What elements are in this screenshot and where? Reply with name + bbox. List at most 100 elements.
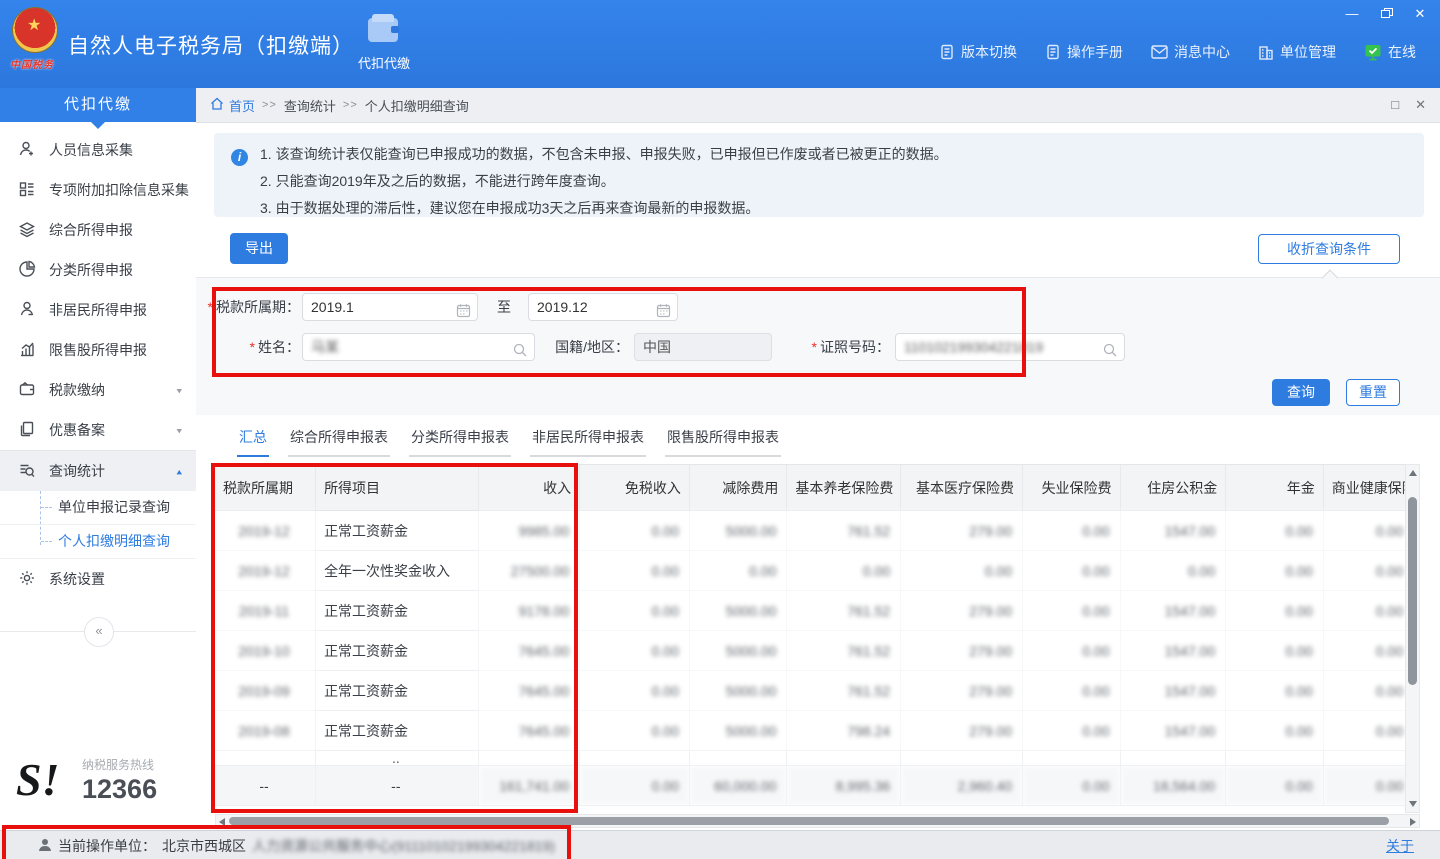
- copy-pages-icon: [18, 420, 36, 441]
- table-row[interactable]: 2019-10正常工资薪金7645.000.005000.00761.52279…: [215, 631, 1405, 671]
- cell: 0.00: [1226, 511, 1324, 551]
- sidebar-collapse-button[interactable]: «: [84, 617, 114, 647]
- scroll-down-arrow-icon[interactable]: [1409, 801, 1417, 807]
- cell: 0.00: [787, 551, 901, 591]
- cell: 2,960.40: [901, 766, 1023, 806]
- breadcrumb-level1[interactable]: 查询统计: [284, 96, 336, 115]
- about-link[interactable]: 关于: [1386, 836, 1414, 856]
- tab-restricted-stock[interactable]: 限售股所得申报表: [665, 427, 781, 457]
- tab-summary[interactable]: 汇总: [237, 427, 269, 457]
- cell: 279.00: [901, 671, 1023, 711]
- cell: 正常工资薪金: [316, 511, 479, 551]
- cell: 0.00: [1023, 711, 1121, 751]
- close-button[interactable]: ✕: [1412, 6, 1428, 22]
- tab-nonresident-income[interactable]: 非居民所得申报表: [530, 427, 646, 457]
- menu-label: 版本切换: [961, 42, 1017, 62]
- hotline-logo: S!: [16, 750, 59, 810]
- cell: 279.00: [901, 631, 1023, 671]
- pane-close-button[interactable]: ✕: [1415, 97, 1426, 113]
- horizontal-scroll-thumb[interactable]: [229, 817, 1389, 825]
- cell: 161,741.00: [478, 766, 580, 806]
- sidebar-subitem-personal-withholding-query[interactable]: 个人扣缴明细查询: [0, 525, 196, 559]
- calendar-icon[interactable]: [456, 300, 471, 326]
- table-row[interactable]: 2019-11正常工资薪金9178.000.005000.00761.52279…: [215, 591, 1405, 631]
- period-to-label: 至: [496, 293, 512, 321]
- cell: 0.00: [1023, 671, 1121, 711]
- tab-classified-income[interactable]: 分类所得申报表: [409, 427, 511, 457]
- export-button[interactable]: 导出: [230, 233, 288, 264]
- sidebar-item-personnel-info[interactable]: 人员信息采集: [0, 130, 196, 170]
- search-icon[interactable]: [1102, 340, 1118, 366]
- minimize-button[interactable]: —: [1344, 6, 1360, 22]
- scroll-up-arrow-icon[interactable]: [1409, 470, 1417, 476]
- menu-manual[interactable]: 操作手册: [1045, 42, 1123, 62]
- reset-button[interactable]: 重置: [1346, 379, 1400, 406]
- toggle-query-conditions-button[interactable]: 收折查询条件: [1258, 234, 1400, 264]
- result-tabs: 汇总 综合所得申报表 分类所得申报表 非居民所得申报表 限售股所得申报表: [237, 427, 781, 457]
- sidebar-item-nonresident-income[interactable]: 非居民所得申报: [0, 290, 196, 330]
- pane-maximize-button[interactable]: □: [1391, 97, 1399, 113]
- menu-version-switch[interactable]: 版本切换: [939, 42, 1017, 62]
- menu-label: 在线: [1388, 42, 1416, 62]
- sidebar-item-label: 系统设置: [49, 569, 105, 589]
- table-row[interactable]: 2019-09正常工资薪金7645.000.005000.00761.52279…: [215, 671, 1405, 711]
- sidebar-item-tax-payment[interactable]: 税款缴纳 ▾: [0, 370, 196, 410]
- search-list-icon: [18, 461, 36, 482]
- table-total-row[interactable]: ----161,741.000.0060,000.008,995.362,960…: [215, 766, 1405, 806]
- sidebar-item-query-statistics[interactable]: 查询统计 ▴: [0, 450, 196, 491]
- table-row-clipped[interactable]: ..: [215, 751, 1405, 766]
- period-end-input[interactable]: 2019.12: [528, 293, 678, 321]
- menu-online-status[interactable]: 在线: [1364, 42, 1416, 62]
- restore-button[interactable]: [1378, 6, 1394, 22]
- vertical-scrollbar[interactable]: [1405, 464, 1420, 813]
- sidebar-item-label: 查询统计: [49, 461, 105, 481]
- name-input[interactable]: 马某: [302, 333, 535, 361]
- sidebar-subitem-unit-declaration-query[interactable]: 单位申报记录查询: [0, 491, 196, 525]
- star-icon: ★: [27, 18, 41, 34]
- table-row[interactable]: 2019-12正常工资薪金9985.000.005000.00761.52279…: [215, 511, 1405, 551]
- sidebar-item-restricted-stock[interactable]: 限售股所得申报: [0, 330, 196, 370]
- cell: 0.00: [1023, 511, 1121, 551]
- module-tab-withholding[interactable]: 代扣代缴: [344, 14, 424, 72]
- cell: 0.00: [580, 591, 690, 631]
- menu-message-center[interactable]: 消息中心: [1151, 42, 1230, 62]
- cell: 0.00: [1323, 631, 1405, 671]
- info-icon: i: [231, 149, 248, 166]
- sidebar-item-label: 非居民所得申报: [49, 300, 147, 320]
- tab-comprehensive-income[interactable]: 综合所得申报表: [288, 427, 390, 457]
- sidebar-item-system-settings[interactable]: 系统设置: [0, 559, 196, 599]
- period-start-input[interactable]: 2019.1: [302, 293, 478, 321]
- online-monitor-check-icon: [1364, 44, 1382, 61]
- window-controls: — ✕: [1344, 6, 1428, 22]
- calendar-icon[interactable]: [656, 300, 671, 326]
- cell: 0.00: [1120, 551, 1226, 591]
- query-button[interactable]: 查询: [1272, 379, 1330, 406]
- required-mark: *: [812, 339, 817, 355]
- cell: 279.00: [901, 591, 1023, 631]
- table-row[interactable]: 2019-12全年一次性奖金收入27500.000.000.000.000.00…: [215, 551, 1405, 591]
- horizontal-scrollbar[interactable]: [215, 814, 1420, 828]
- scroll-left-arrow-icon[interactable]: [219, 818, 225, 826]
- sidebar-item-comprehensive-income[interactable]: 综合所得申报: [0, 210, 196, 250]
- tax-hotline: S! 纳税服务热线 12366: [16, 752, 186, 816]
- summary-table-viewport: 税款所属期所得项目收入免税收入减除费用基本养老保险费基本医疗保险费失业保险费住房…: [215, 464, 1405, 814]
- sidebar-item-classified-income[interactable]: 分类所得申报: [0, 250, 196, 290]
- sidebar-item-label: 人员信息采集: [49, 140, 133, 160]
- vertical-scroll-thumb[interactable]: [1408, 497, 1417, 685]
- menu-unit-management[interactable]: 单位管理: [1258, 42, 1336, 62]
- table-row[interactable]: 2019-08正常工资薪金7645.000.005000.00798.24279…: [215, 711, 1405, 751]
- sidebar-item-preference-filing[interactable]: 优惠备案 ▾: [0, 410, 196, 450]
- id-number-input[interactable]: 110102199304221819: [895, 333, 1125, 361]
- sidebar-item-special-deduction[interactable]: 专项附加扣除信息采集: [0, 170, 196, 210]
- cell: 7645.00: [478, 671, 580, 711]
- breadcrumb-home[interactable]: 首页: [210, 96, 255, 115]
- logo-caption: 中国税务: [10, 56, 64, 71]
- scroll-right-arrow-icon[interactable]: [1410, 818, 1416, 826]
- search-icon[interactable]: [512, 340, 528, 366]
- cell: 5000.00: [689, 711, 787, 751]
- column-header: 住房公积金: [1120, 465, 1226, 511]
- app-window: ★ 中国税务 自然人电子税务局（扣缴端） 代扣代缴 版本切换: [0, 0, 1440, 859]
- cell: 2019-09: [215, 671, 316, 711]
- cell: 761.52: [787, 631, 901, 671]
- sidebar-header-notch: [91, 122, 105, 129]
